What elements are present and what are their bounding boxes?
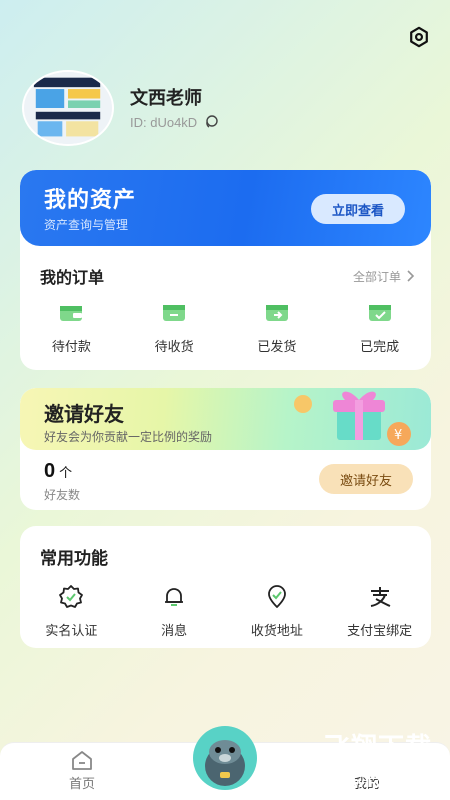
avatar-image — [24, 72, 112, 144]
order-item-shipped[interactable]: 已发货 — [226, 300, 329, 355]
assets-title: 我的资产 — [44, 187, 137, 212]
receive-box-icon — [163, 305, 186, 321]
alipay-icon — [370, 587, 391, 607]
order-item-label: 已发货 — [257, 339, 297, 354]
avatar[interactable] — [22, 70, 114, 146]
completed-check-icon — [368, 305, 391, 321]
friend-count-unit: 个 — [59, 465, 73, 480]
friend-count: 0个 — [44, 460, 72, 483]
order-item-pending-receipt[interactable]: 待收货 — [123, 300, 226, 355]
assets-subtitle: 资产查询与管理 — [44, 218, 129, 232]
nav-home[interactable]: 首页 — [52, 749, 112, 792]
orders-title: 我的订单 — [40, 270, 105, 287]
invite-title: 邀请好友 — [44, 404, 124, 426]
friend-count-value: 0 — [44, 460, 56, 482]
order-status-list: 待付款 待收货 已发货 已完成 — [20, 300, 431, 355]
shipped-truck-icon — [265, 305, 288, 321]
location-pin-icon — [267, 585, 286, 608]
order-item-label: 待付款 — [51, 339, 91, 354]
function-item-address[interactable]: 收货地址 — [226, 584, 329, 639]
chevron-right-icon — [407, 270, 415, 282]
invite-subtitle: 好友会为你贡献一定比例的奖励 — [44, 430, 213, 444]
order-item-pending-payment[interactable]: 待付款 — [20, 300, 123, 355]
friend-count-label: 好友数 — [44, 488, 81, 502]
common-functions-card: 常用功能 实名认证 消息 收货地址 支付宝绑定 — [20, 526, 431, 648]
all-orders-label: 全部订单 — [352, 269, 401, 284]
invite-friends-button[interactable]: 邀请好友 — [319, 464, 413, 494]
function-label: 消息 — [161, 623, 188, 638]
mascot-icon[interactable] — [190, 718, 260, 794]
verify-badge-icon — [59, 585, 84, 608]
settings-button[interactable] — [406, 24, 432, 50]
invite-banner: 邀请好友 好友会为你贡献一定比例的奖励 ¥ — [20, 388, 431, 450]
svg-text:¥: ¥ — [394, 428, 402, 443]
all-orders-link[interactable]: 全部订单 — [353, 268, 415, 285]
function-label: 收货地址 — [250, 623, 303, 638]
wallet-icon — [60, 306, 83, 321]
home-icon — [72, 751, 92, 770]
watermark-url: www.FXXZ.com — [331, 774, 437, 790]
user-id-text: ID: dUo4kD — [130, 114, 198, 130]
function-item-verification[interactable]: 实名认证 — [20, 584, 123, 639]
order-item-label: 已完成 — [360, 339, 400, 354]
view-assets-button[interactable]: 立即查看 — [311, 194, 405, 224]
bell-icon — [165, 588, 184, 606]
orders-header: 我的订单 全部订单 — [40, 264, 415, 288]
function-label: 实名认证 — [45, 623, 98, 638]
user-id: ID: dUo4kD — [130, 114, 219, 130]
order-item-completed[interactable]: 已完成 — [328, 300, 431, 355]
function-item-messages[interactable]: 消息 — [123, 584, 226, 639]
copy-icon[interactable] — [203, 114, 219, 130]
gift-box-icon: ¥ — [294, 391, 411, 446]
assets-banner: 我的资产 资产查询与管理 立即查看 — [20, 170, 431, 246]
assets-orders-card: 我的资产 资产查询与管理 立即查看 我的订单 全部订单 待付款 待收货 已发货 … — [20, 170, 431, 370]
functions-list: 实名认证 消息 收货地址 支付宝绑定 — [20, 584, 431, 639]
order-item-label: 待收货 — [154, 339, 194, 354]
function-item-alipay[interactable]: 支付宝绑定 — [328, 584, 431, 639]
function-label: 支付宝绑定 — [347, 623, 413, 638]
functions-title: 常用功能 — [40, 549, 108, 568]
watermark-text: 飞翔下载 — [323, 732, 432, 762]
nav-home-label: 首页 — [68, 776, 95, 791]
gear-icon — [410, 26, 428, 48]
user-name: 文西老师 — [130, 88, 202, 108]
invite-card: 邀请好友 好友会为你贡献一定比例的奖励 ¥ 0个 好友数 邀请好友 — [20, 388, 431, 510]
